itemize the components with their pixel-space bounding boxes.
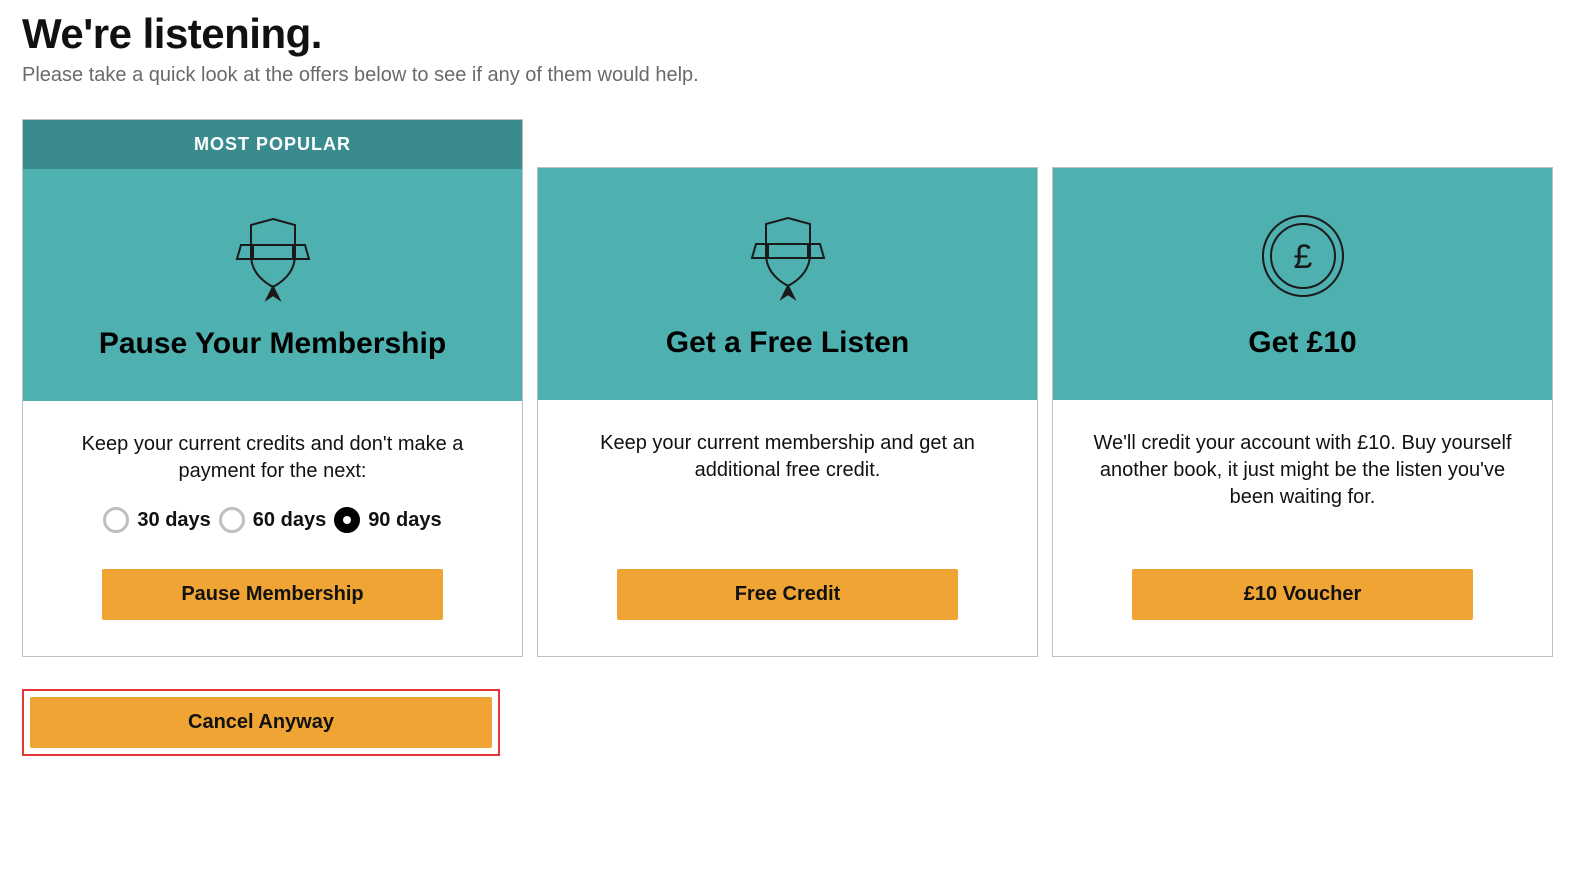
svg-text:£: £ — [1293, 238, 1312, 276]
shield-ribbon-icon — [223, 215, 323, 303]
radio-30-days[interactable]: 30 days — [103, 507, 210, 533]
pause-duration-radios: 30 days 60 days 90 days — [59, 507, 486, 533]
card-body: Keep your current membership and get an … — [538, 400, 1037, 656]
radio-label: 60 days — [253, 509, 326, 532]
cancel-anyway-button[interactable]: Cancel Anyway — [30, 697, 492, 748]
radio-icon — [334, 507, 360, 533]
card-free-listen: Get a Free Listen Keep your current memb… — [537, 167, 1038, 657]
radio-icon — [103, 507, 129, 533]
card-body: We'll credit your account with £10. Buy … — [1053, 400, 1552, 656]
card-description: Keep your current membership and get an … — [574, 430, 1001, 533]
voucher-button[interactable]: £10 Voucher — [1132, 569, 1474, 620]
radio-label: 30 days — [137, 509, 210, 532]
most-popular-badge: MOST POPULAR — [23, 120, 522, 169]
shield-ribbon-icon — [738, 214, 838, 302]
radio-60-days[interactable]: 60 days — [219, 507, 326, 533]
card-header: Pause Your Membership — [23, 169, 522, 401]
radio-label: 90 days — [368, 509, 441, 532]
radio-icon — [219, 507, 245, 533]
card-description: Keep your current credits and don't make… — [59, 431, 486, 485]
card-title: Get a Free Listen — [666, 326, 909, 360]
card-body: Keep your current credits and don't make… — [23, 401, 522, 656]
card-pause-membership: MOST POPULAR Pause Your Membership Keep … — [22, 119, 523, 657]
card-title: Get £10 — [1248, 326, 1356, 360]
card-voucher: £ Get £10 We'll credit your account with… — [1052, 167, 1553, 657]
page-title: We're listening. — [22, 10, 1553, 58]
free-credit-button[interactable]: Free Credit — [617, 569, 959, 620]
coin-pound-icon: £ — [1257, 210, 1349, 302]
card-description: We'll credit your account with £10. Buy … — [1089, 430, 1516, 533]
footer-row: Cancel Anyway — [22, 689, 1553, 756]
cancel-highlight-box: Cancel Anyway — [22, 689, 500, 756]
page-subtitle: Please take a quick look at the offers b… — [22, 64, 1553, 87]
card-header: £ Get £10 — [1053, 168, 1552, 400]
radio-90-days[interactable]: 90 days — [334, 507, 441, 533]
pause-membership-button[interactable]: Pause Membership — [102, 569, 444, 620]
card-title: Pause Your Membership — [99, 327, 446, 361]
offer-cards: MOST POPULAR Pause Your Membership Keep … — [22, 119, 1553, 657]
card-header: Get a Free Listen — [538, 168, 1037, 400]
